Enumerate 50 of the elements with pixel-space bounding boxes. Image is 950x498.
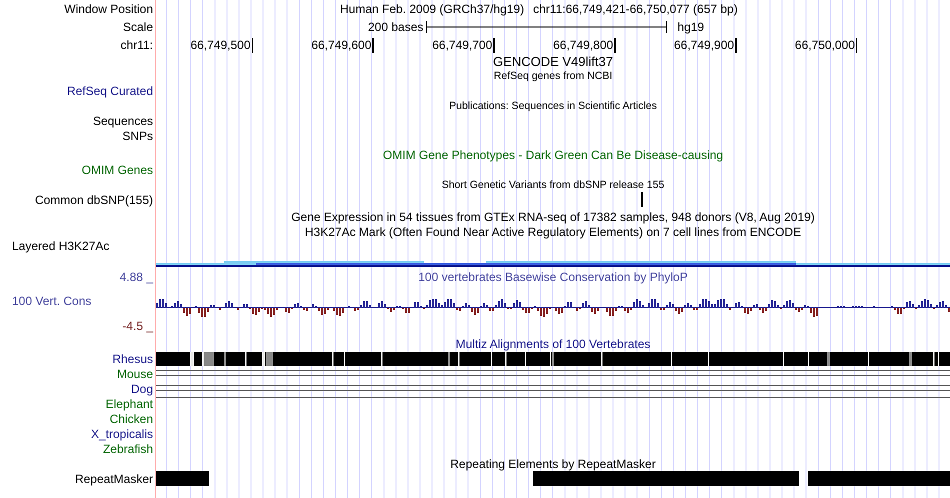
assembly-text: hg19 [677,20,704,34]
tick-mark [614,38,616,52]
scale-min-label: -4.5 _ [122,319,153,333]
scale-max-label: 4.88 _ [120,270,153,284]
tick-mark [856,38,858,52]
position-label: 66,749,500 [190,38,250,52]
track-title: H3K27Ac Mark (Often Found Near Active Regulatory Elements) on 7 cell lines from ENCODE [304,224,802,238]
row-label: Scale [122,20,153,34]
track-label[interactable]: X_tropicalis [90,426,153,440]
track-label[interactable]: 100 Vert. Cons [0,294,92,308]
track-title: Short Genetic Variants from dbSNP release 155 [442,179,664,191]
alignment-bar[interactable] [156,352,950,366]
position-label: 66,749,700 [432,38,492,52]
track-label[interactable]: Rhesus [112,352,153,366]
track-title: OMIM Gene Phenotypes - Dark Green Can Be Disease-causing [382,148,724,162]
track-label[interactable]: Sequences [92,114,153,128]
track-label[interactable]: SNPs [122,128,153,142]
alignment-lines[interactable] [156,385,950,392]
track-label[interactable]: Layered H3K27Ac [0,239,110,253]
track-title: RefSeq genes from NCBI [494,70,612,82]
track-label[interactable]: RepeatMasker [74,472,153,486]
alignment-lines[interactable] [156,370,950,377]
assembly-title: Human Feb. 2009 (GRCh37/hg19) [340,2,524,16]
signal-band[interactable] [156,260,950,267]
row-label: chr11: [120,38,153,52]
track-label[interactable]: OMIM Genes [82,162,153,176]
track-title: Multiz Alignments of 100 Vertebrates [456,336,650,350]
position-label: 66,749,800 [553,38,614,52]
position-text: chr11:66,749,421-66,750,077 (657 bp) [533,2,738,16]
track-title: GENCODE V49lift37 [493,54,613,69]
track-title: Publications: Sequences in Scientific Articles [449,100,657,112]
tick-mark [735,38,737,52]
track-title: Gene Expression in 54 tissues from GTEx RNA-seq of 17382 samples, 948 donors (V8, Aug 2019) [291,210,815,224]
position-label: 66,750,000 [794,38,855,52]
track-label[interactable]: Zebrafish [102,442,153,456]
position-label: 66,749,900 [674,38,734,52]
track-title: 100 vertebrates Basewise Conservation by PhyloP [418,270,688,284]
tick-mark [493,38,495,52]
row-label: Window Position [64,2,153,16]
scale-text: 200 bases [368,20,424,34]
track-label[interactable]: Chicken [110,412,153,426]
position-label: 66,749,600 [311,38,372,52]
track-label[interactable]: Dog [130,382,153,396]
track-label[interactable]: Common dbSNP(155) [34,192,153,206]
track-label[interactable]: RefSeq Curated [66,84,153,98]
tick-mark [372,38,374,52]
track-label[interactable]: Mouse [116,366,153,380]
track-label[interactable]: Elephant [106,396,153,410]
tick-mark [252,38,253,52]
track-title: Repeating Elements by RepeatMasker [450,456,656,470]
